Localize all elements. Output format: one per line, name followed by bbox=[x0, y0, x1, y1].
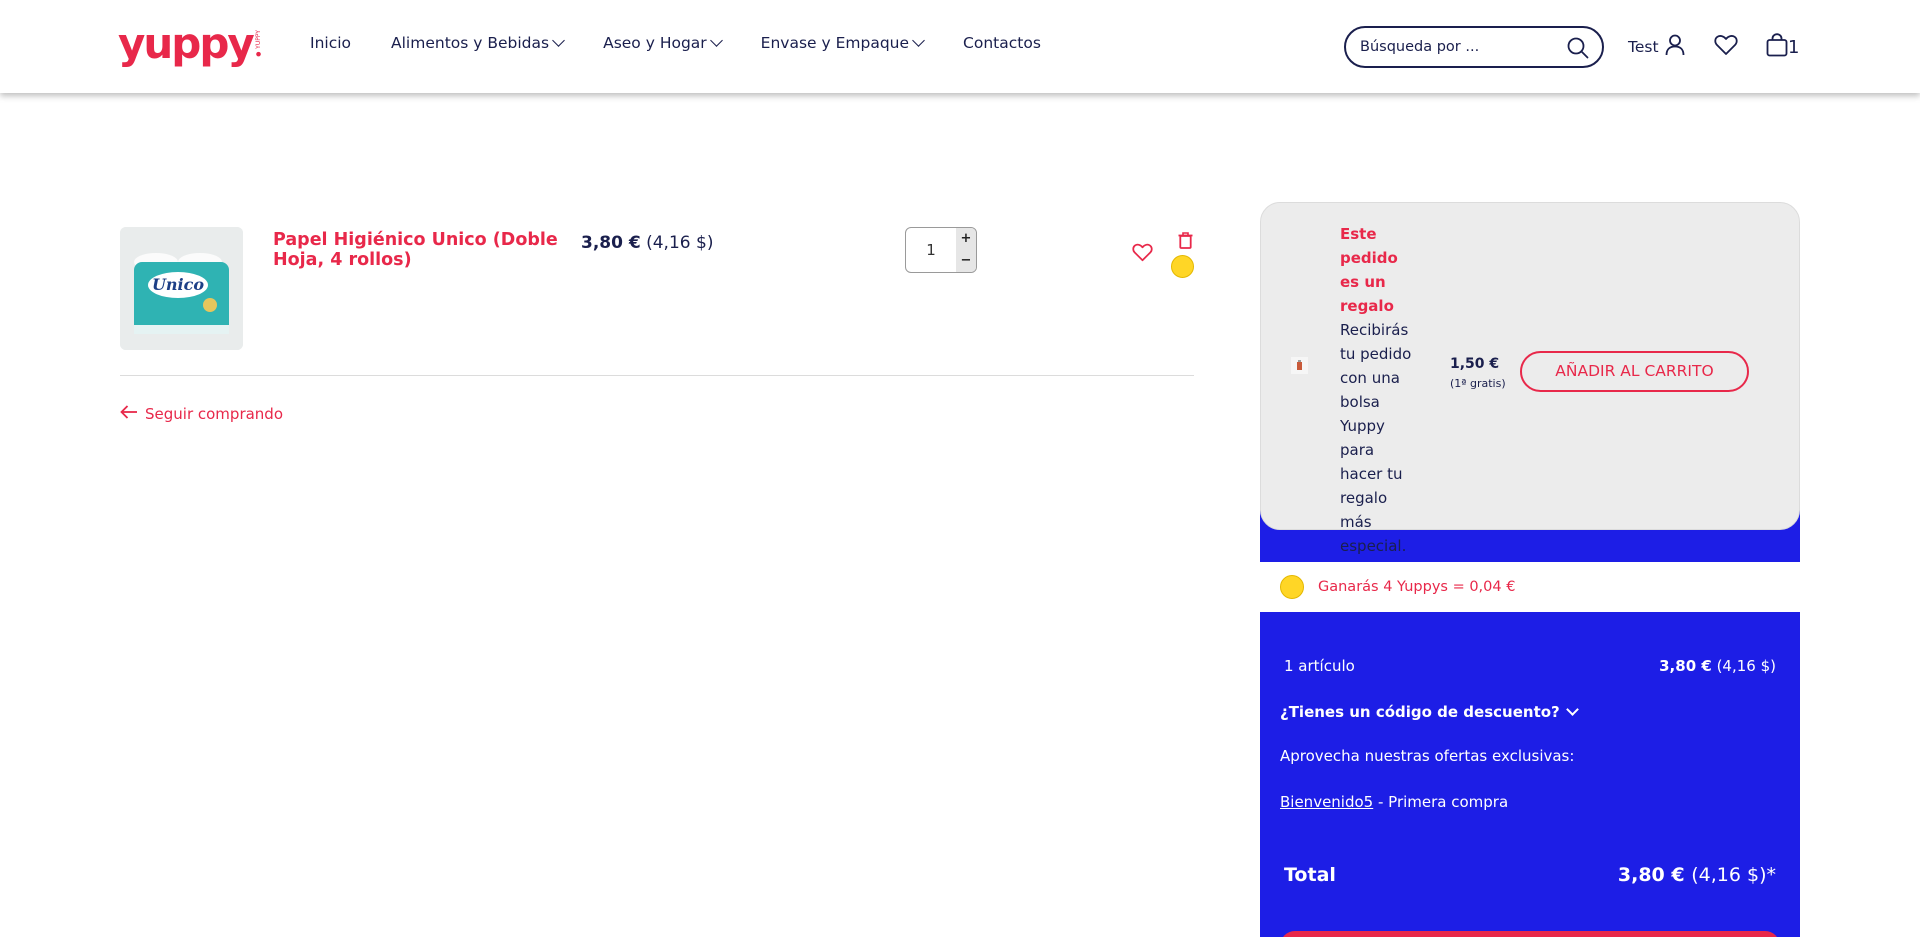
increment-button[interactable]: + bbox=[956, 228, 976, 250]
yuppy-coin-icon bbox=[1280, 575, 1304, 599]
gift-note: (1ª gratis) bbox=[1450, 377, 1506, 390]
discount-label: ¿Tienes un código de descuento? bbox=[1280, 703, 1560, 721]
trash-icon[interactable] bbox=[1178, 232, 1193, 253]
nav-item-alimentos[interactable]: Alimentos y Bebidas bbox=[391, 34, 565, 52]
nav-item-aseo[interactable]: Aseo y Hogar bbox=[603, 34, 723, 52]
articles-label: 1 artículo bbox=[1284, 657, 1355, 675]
add-to-wishlist-icon[interactable] bbox=[1132, 243, 1153, 266]
arrow-left-icon bbox=[120, 405, 138, 423]
divider bbox=[120, 375, 1194, 376]
logo-side-text: ● YUPPY bbox=[254, 30, 262, 58]
quantity-value[interactable]: 1 bbox=[906, 228, 956, 272]
gift-text: Este pedido es un regalo Recibirás tu pe… bbox=[1340, 222, 1420, 558]
continue-shopping-link[interactable]: Seguir comprando bbox=[120, 405, 283, 423]
price-usd: (4,16 $) bbox=[646, 233, 714, 253]
cart-button[interactable]: 1 bbox=[1766, 33, 1799, 62]
checkout-button[interactable] bbox=[1280, 931, 1780, 937]
offers-label: Aprovecha nuestras ofertas exclusivas: bbox=[1280, 747, 1575, 765]
gift-title: Este pedido es un regalo bbox=[1340, 225, 1398, 315]
shopping-bag-icon bbox=[1766, 33, 1788, 62]
articles-eur: 3,80 € bbox=[1659, 657, 1712, 675]
articles-price: 3,80 € (4,16 $) bbox=[1659, 657, 1776, 675]
promo-description: - Primera compra bbox=[1373, 793, 1509, 811]
product-price: 3,80 € (4,16 $) bbox=[581, 233, 713, 253]
total-label: Total bbox=[1284, 864, 1336, 886]
yuppys-text: Ganarás 4 Yuppys = 0,04 € bbox=[1318, 579, 1516, 595]
product-brand-text: Unico bbox=[152, 275, 204, 294]
promo-row: Bienvenido5 - Primera compra bbox=[1280, 793, 1508, 811]
product-name[interactable]: Papel Higiénico Unico (Doble Hoja, 4 rol… bbox=[273, 230, 563, 270]
price-eur: 3,80 € bbox=[581, 233, 641, 253]
chevron-down-icon bbox=[912, 34, 925, 47]
discount-code-toggle[interactable]: ¿Tienes un código de descuento? bbox=[1280, 703, 1579, 721]
nav-item-label: Inicio bbox=[310, 34, 352, 52]
site-header: yuppy ● YUPPY Inicio Alimentos y Bebidas… bbox=[0, 0, 1920, 93]
articles-row: 1 artículo 3,80 € (4,16 $) bbox=[1284, 657, 1776, 675]
chevron-down-icon bbox=[709, 34, 723, 47]
nav-item-label: Contactos bbox=[963, 34, 1041, 52]
gift-bag-image bbox=[1291, 357, 1308, 374]
gift-description: Recibirás tu pedido con una bolsa Yuppy … bbox=[1340, 321, 1412, 555]
gift-price: 1,50 € bbox=[1450, 356, 1500, 372]
search-input[interactable] bbox=[1360, 39, 1560, 55]
nav-item-label: Envase y Empaque bbox=[760, 34, 910, 52]
quantity-stepper: 1 + − bbox=[905, 227, 977, 273]
continue-shopping-label: Seguir comprando bbox=[145, 405, 284, 423]
main-nav: Inicio Alimentos y Bebidas Aseo y Hogar … bbox=[310, 34, 1081, 52]
quantity-buttons: + − bbox=[956, 228, 976, 272]
total-row: Total 3,80 € (4,16 $)* bbox=[1284, 864, 1776, 886]
wishlist-icon[interactable] bbox=[1714, 34, 1738, 60]
total-eur: 3,80 € bbox=[1617, 864, 1685, 886]
logo[interactable]: yuppy ● YUPPY bbox=[118, 22, 262, 66]
promo-code-link[interactable]: Bienvenido5 bbox=[1280, 793, 1373, 811]
user-name: Test bbox=[1628, 38, 1659, 56]
total-usd: (4,16 $)* bbox=[1691, 864, 1776, 886]
logo-text: yuppy bbox=[118, 19, 255, 68]
yuppys-reward: Ganarás 4 Yuppys = 0,04 € bbox=[1260, 562, 1800, 612]
nav-item-contactos[interactable]: Contactos bbox=[963, 34, 1041, 52]
articles-usd: (4,16 $) bbox=[1716, 657, 1776, 675]
total-price: 3,80 € (4,16 $)* bbox=[1618, 864, 1776, 886]
search-icon[interactable] bbox=[1566, 36, 1590, 64]
nav-item-label: Aseo y Hogar bbox=[603, 34, 707, 52]
cart-count: 1 bbox=[1788, 37, 1800, 58]
product-image[interactable]: Unico bbox=[120, 227, 243, 350]
yuppy-coin-icon bbox=[1171, 255, 1194, 278]
search-box bbox=[1344, 26, 1604, 68]
decrement-button[interactable]: − bbox=[956, 250, 976, 272]
user-icon bbox=[1665, 34, 1685, 60]
chevron-down-icon bbox=[552, 34, 565, 47]
chevron-down-icon bbox=[1565, 703, 1579, 716]
add-gift-to-cart-button[interactable]: AÑADIR AL CARRITO bbox=[1520, 351, 1749, 392]
nav-item-envase[interactable]: Envase y Empaque bbox=[760, 34, 925, 52]
nav-item-inicio[interactable]: Inicio bbox=[310, 34, 351, 52]
user-account[interactable]: Test bbox=[1628, 34, 1685, 60]
nav-item-label: Alimentos y Bebidas bbox=[391, 34, 550, 52]
